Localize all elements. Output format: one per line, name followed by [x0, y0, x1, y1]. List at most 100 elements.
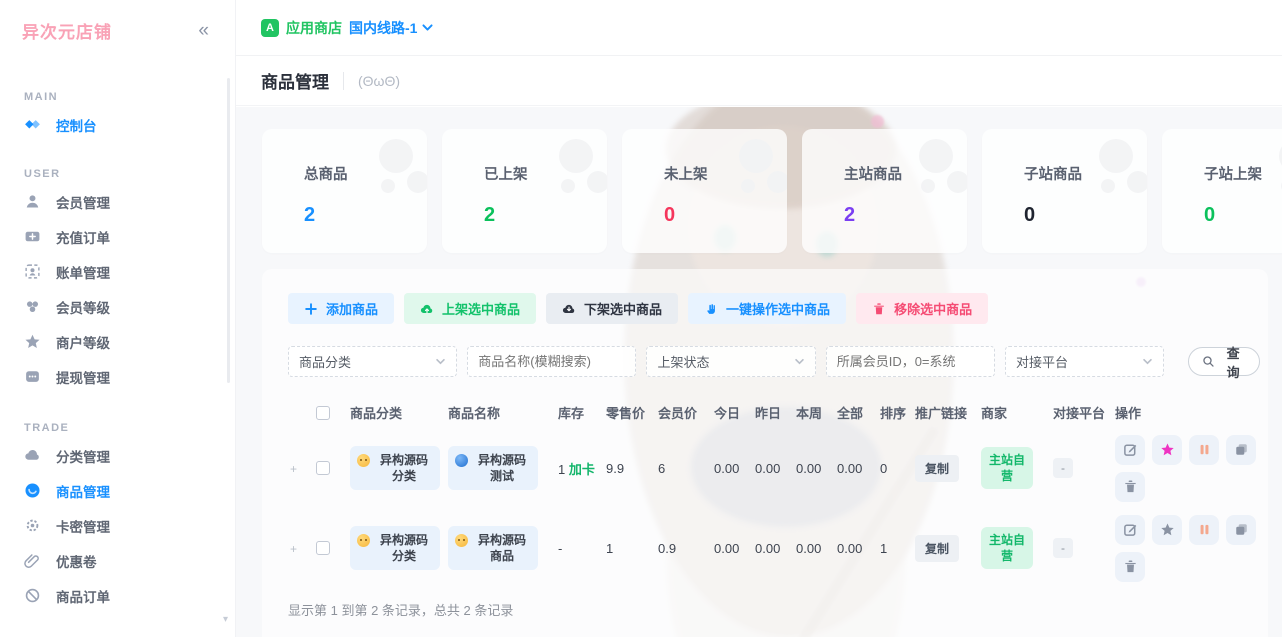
col-category: 商品分类 — [348, 397, 446, 428]
product-name-badge[interactable]: 异构源码测试 — [448, 446, 538, 490]
card-decoration — [1099, 139, 1133, 173]
edit-button[interactable] — [1115, 515, 1145, 545]
col-platform: 对接平台 — [1051, 397, 1113, 428]
product-name-badge[interactable]: 异构源码商品 — [448, 526, 538, 570]
stat-card-off-shelf: 未上架 0 — [622, 129, 787, 253]
sidebar-item-merchant-levels[interactable]: 商户等级 — [0, 324, 235, 359]
sort-value: 1 — [878, 508, 913, 588]
select-all-checkbox[interactable] — [316, 406, 330, 420]
copy-icon — [1234, 522, 1249, 537]
copy-button[interactable] — [1226, 515, 1256, 545]
sidebar-item-member-levels[interactable]: 会员等级 — [0, 289, 235, 324]
table-row: + 异构源码分类 异构源码测试 1 加卡 9.9 6 0.00 0.00 0.0… — [288, 428, 1263, 508]
pause-button[interactable] — [1189, 515, 1219, 545]
delete-button[interactable] — [1115, 552, 1145, 582]
copy-icon — [1234, 442, 1249, 457]
shelf-selected-button[interactable]: 上架选中商品 — [404, 293, 536, 324]
stat-value: 0 — [1024, 204, 1147, 227]
trash-icon — [1123, 479, 1138, 494]
sidebar-item-coupons[interactable]: 优惠卷 — [0, 543, 235, 578]
sidebar-item-withdrawals[interactable]: 提现管理 — [0, 359, 235, 394]
sidebar-item-label: 账单管理 — [56, 262, 110, 282]
sidebar-item-categories[interactable]: 分类管理 — [0, 438, 235, 473]
remove-selected-button[interactable]: 移除选中商品 — [856, 293, 988, 324]
category-badge[interactable]: 异构源码分类 — [350, 446, 440, 490]
card-decoration — [379, 139, 413, 173]
stat-value: 2 — [304, 204, 427, 227]
category-text: 异构源码分类 — [375, 532, 433, 564]
sidebar-item-label: 会员等级 — [56, 297, 110, 317]
app-logo: 异次元店铺 — [22, 18, 112, 43]
merchant-badge: 主站自营 — [981, 527, 1033, 569]
button-label: 移除选中商品 — [894, 299, 972, 318]
member-price: 6 — [656, 428, 712, 508]
channel-selector[interactable]: 国内线路-1 — [349, 18, 417, 38]
merchant-badge: 主站自营 — [981, 447, 1033, 489]
face-emoji-icon — [357, 534, 370, 547]
copy-button[interactable] — [1226, 435, 1256, 465]
unshelf-selected-button[interactable]: 下架选中商品 — [546, 293, 678, 324]
dashboard-icon — [24, 116, 41, 133]
add-cards-link[interactable]: 加卡 — [569, 462, 595, 477]
sidebar-item-members[interactable]: 会员管理 — [0, 184, 235, 219]
sales-yesterday: 0.00 — [753, 508, 794, 588]
face-emoji-icon — [357, 454, 370, 467]
sidebar-item-products[interactable]: 商品管理 — [0, 473, 235, 508]
member-price: 0.9 — [656, 508, 712, 588]
stat-card-main-site: 主站商品 2 — [802, 129, 967, 253]
pause-button[interactable] — [1189, 435, 1219, 465]
chevron-down-icon — [794, 356, 805, 367]
button-label: 下架选中商品 — [584, 299, 662, 318]
sidebar-item-card-keys[interactable]: 卡密管理 — [0, 508, 235, 543]
stat-label: 子站上架 — [1204, 163, 1282, 184]
sidebar-collapse-icon[interactable]: « — [198, 21, 209, 40]
col-actions: 操作 — [1113, 397, 1263, 428]
product-name-input[interactable] — [478, 354, 625, 369]
sidebar-item-console[interactable]: 控制台 — [0, 107, 235, 142]
platform-select[interactable]: 对接平台 — [1005, 346, 1164, 377]
toolbar: 添加商品 上架选中商品 下架选中商品 一键操作选中商品 移除选中商品 — [288, 293, 1260, 324]
row-checkbox[interactable] — [316, 461, 330, 475]
product-logo-icon — [455, 454, 468, 467]
sidebar-item-product-orders[interactable]: 商品订单 — [0, 578, 235, 613]
category-select[interactable]: 商品分类 — [288, 346, 457, 377]
category-badge[interactable]: 异构源码分类 — [350, 526, 440, 570]
search-button[interactable]: 查询 — [1188, 347, 1260, 376]
col-merchant: 商家 — [979, 397, 1051, 428]
edit-button[interactable] — [1115, 435, 1145, 465]
records-summary: 显示第 1 到第 2 条记录，总共 2 条记录 — [288, 600, 1260, 619]
section-label-trade: TRADE — [0, 422, 235, 438]
sidebar-item-recharge-orders[interactable]: 充值订单 — [0, 219, 235, 254]
title-divider — [343, 72, 344, 90]
row-expander[interactable]: + — [290, 542, 297, 556]
delete-button[interactable] — [1115, 472, 1145, 502]
chevron-down-icon[interactable] — [421, 21, 434, 34]
stat-card-total: 总商品 2 — [262, 129, 427, 253]
sidebar-scrollbar[interactable] — [227, 78, 230, 383]
row-expander[interactable]: + — [290, 462, 297, 476]
cloud-download-icon — [562, 302, 576, 316]
row-checkbox[interactable] — [316, 541, 330, 555]
stat-value: 0 — [1204, 204, 1282, 227]
status-select[interactable]: 上架状态 — [646, 346, 815, 377]
trash-icon — [872, 302, 886, 316]
stat-card-on-shelf: 已上架 2 — [442, 129, 607, 253]
sidebar-item-bills[interactable]: 账单管理 — [0, 254, 235, 289]
select-all-header — [314, 397, 348, 428]
button-label: 添加商品 — [326, 299, 378, 318]
stock-value: 1 — [558, 462, 565, 477]
stats-row: 总商品 2 已上架 2 未上架 0 主站商品 2 子站商品 0 子站上架 0 — [236, 107, 1282, 253]
add-product-button[interactable]: 添加商品 — [288, 293, 394, 324]
star-icon — [1160, 522, 1175, 537]
section-label-main: MAIN — [0, 91, 235, 107]
copy-link-button[interactable]: 复制 — [915, 455, 959, 482]
copy-link-button[interactable]: 复制 — [915, 535, 959, 562]
page-subtitle: (ΘωΘ) — [358, 73, 400, 89]
button-label: 查询 — [1220, 343, 1246, 381]
col-all: 全部 — [835, 397, 878, 428]
star-button[interactable] — [1152, 515, 1182, 545]
star-button[interactable] — [1152, 435, 1182, 465]
page-title: 商品管理 — [261, 68, 329, 93]
member-id-input[interactable] — [837, 354, 984, 369]
batch-operate-button[interactable]: 一键操作选中商品 — [688, 293, 846, 324]
